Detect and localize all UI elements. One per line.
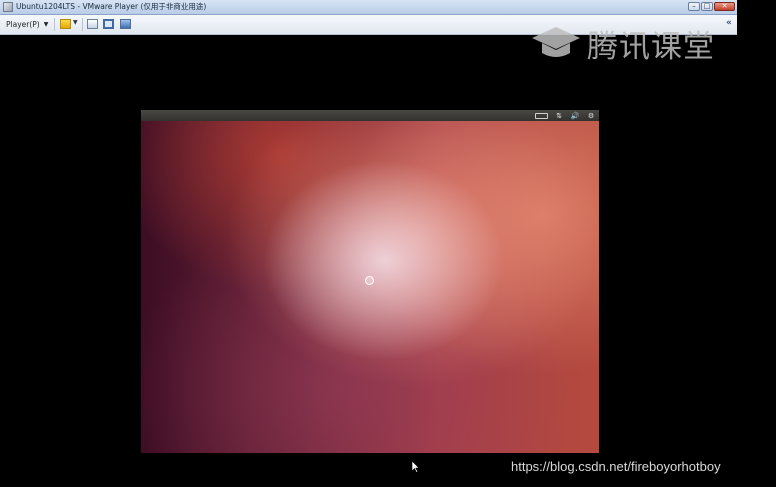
graduation-cap-logo-icon [532,27,580,57]
vmware-app-icon [3,2,13,12]
minimize-button[interactable]: – [688,2,700,11]
window-title: Ubuntu1204LTS - VMware Player (仅用于非商业用途) [16,2,207,11]
unity-mode-icon[interactable] [120,19,131,29]
chevron-down-icon[interactable]: ▼ [73,19,78,26]
keyboard-icon[interactable] [535,112,548,119]
url-watermark: https://blog.csdn.net/fireboyorhotboy [511,459,721,474]
ubuntu-desktop-wallpaper[interactable] [141,121,599,453]
player-menu-button[interactable]: Player(P) ▼ [6,18,48,31]
pause-vm-icon[interactable] [60,19,71,29]
maximize-button[interactable]: □ [701,2,713,11]
toolbar-divider [82,18,83,31]
ubuntu-top-panel: ⇅ 🔊 ⚙ [141,110,599,121]
toolbar-divider [54,18,55,31]
window-title-bar[interactable]: Ubuntu1204LTS - VMware Player (仅用于非商业用途)… [0,0,737,15]
busy-cursor-icon [365,276,374,285]
removable-devices-icon[interactable] [87,19,98,29]
mouse-pointer-icon [412,461,420,473]
network-icon[interactable]: ⇅ [554,112,564,120]
collapse-toolbar-icon[interactable]: « [726,18,732,28]
fullscreen-icon[interactable] [103,19,114,29]
vm-guest-screen[interactable]: ⇅ 🔊 ⚙ [141,110,599,453]
brand-watermark: 腾讯课堂 [587,29,715,65]
volume-icon[interactable]: 🔊 [570,112,580,120]
close-button[interactable]: ✕ [714,2,735,11]
player-menu-label: Player(P) [6,20,40,29]
settings-gear-icon[interactable]: ⚙ [586,112,596,120]
chevron-down-icon: ▼ [43,21,49,28]
